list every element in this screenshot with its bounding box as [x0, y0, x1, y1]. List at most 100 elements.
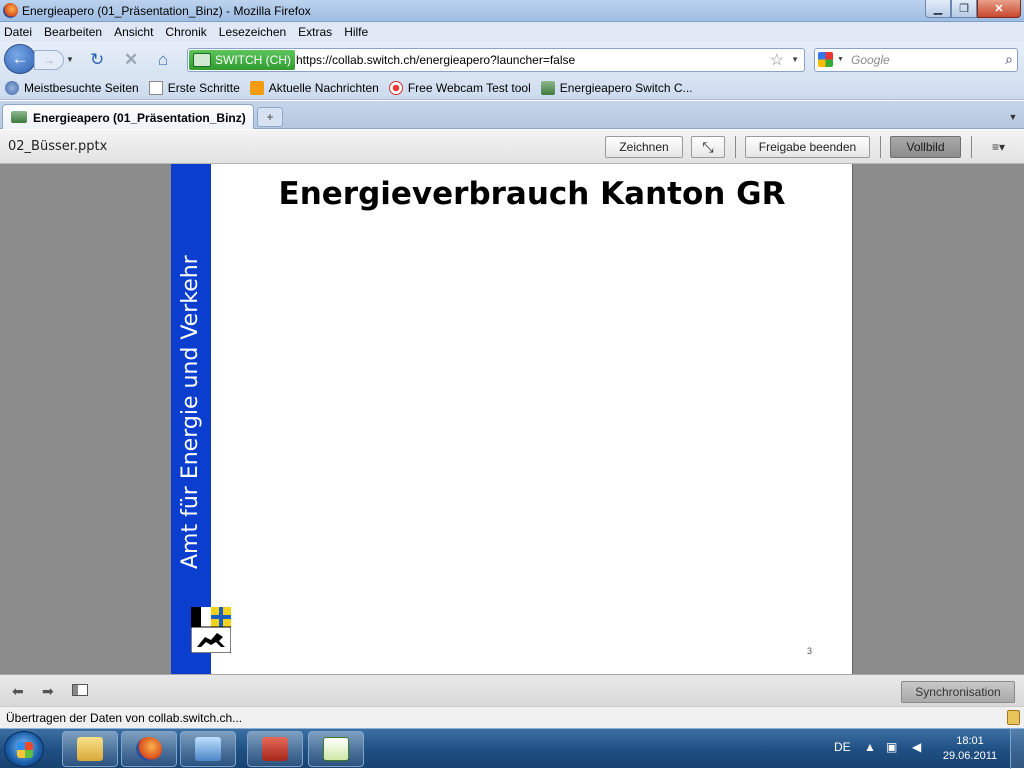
- rss-icon: [249, 80, 264, 95]
- monitor-icon: [195, 737, 221, 761]
- site-identity-button[interactable]: SWITCH (CH): [189, 50, 295, 70]
- slide-page-number: 3: [807, 646, 813, 656]
- search-bar[interactable]: ▼ Google ⌕: [814, 48, 1018, 72]
- site-identity-icon: [193, 53, 211, 67]
- input-language[interactable]: DE: [834, 740, 851, 754]
- menu-extras[interactable]: Extras: [298, 25, 332, 39]
- window-title: Energieapero (01_Präsentation_Binz) - Mo…: [22, 4, 311, 18]
- bookmark-label: Free Webcam Test tool: [407, 80, 531, 95]
- firefox-icon: [136, 737, 162, 761]
- show-desktop-button[interactable]: [1010, 729, 1024, 769]
- bookmark-star-icon[interactable]: ☆: [770, 50, 784, 70]
- tab-strip: Energieapero (01_Präsentation_Binz) + ▼: [0, 101, 1024, 129]
- menu-datei[interactable]: Datei: [4, 25, 32, 39]
- pointer-arrow-icon: ⤡: [702, 138, 714, 155]
- pod-menu-icon[interactable]: ≡▾: [992, 140, 1005, 154]
- toolbar-separator: [880, 136, 881, 158]
- coat-of-arms-icon: [191, 607, 231, 653]
- tab-energieapero[interactable]: Energieapero (01_Präsentation_Binz): [2, 104, 254, 129]
- forward-button[interactable]: →: [34, 50, 64, 70]
- menu-lesezeichen[interactable]: Lesezeichen: [219, 25, 286, 39]
- menu-hilfe[interactable]: Hilfe: [344, 25, 368, 39]
- taskbar-explorer[interactable]: [62, 731, 118, 767]
- volume-icon[interactable]: ◀: [912, 740, 921, 754]
- bookmark-energieapero[interactable]: Energieapero Switch C...: [540, 80, 693, 95]
- window-controls: ▁ ❐ ✕: [925, 0, 1021, 18]
- slide: Amt für Energie und Verkehr Energieverbr…: [171, 164, 853, 674]
- menu-ansicht[interactable]: Ansicht: [114, 25, 153, 39]
- navigation-toolbar: ← → ▼ ↻ ✕ ⌂ SWITCH (CH) https://collab.s…: [0, 42, 1024, 76]
- bookmarks-toolbar: Meistbesuchte Seiten Erste Schritte Aktu…: [0, 76, 1024, 100]
- sync-button[interactable]: Synchronisation: [901, 681, 1015, 703]
- history-dropdown-icon[interactable]: ▼: [66, 55, 74, 64]
- taskbar-toolbox[interactable]: [247, 731, 303, 767]
- menu-bearbeiten[interactable]: Bearbeiten: [44, 25, 102, 39]
- status-text: Übertragen der Daten von collab.switch.c…: [6, 711, 243, 725]
- show-hidden-icons-icon[interactable]: ▲: [864, 740, 876, 754]
- system-clock[interactable]: 18:01 29.06.2011: [935, 734, 1005, 764]
- reload-icon[interactable]: ↻: [90, 50, 104, 70]
- slide-sidebar-text: Amt für Energie und Verkehr: [178, 255, 203, 569]
- taskbar-chart-app[interactable]: [308, 731, 364, 767]
- google-icon[interactable]: [818, 52, 833, 67]
- taskbar-control-panel[interactable]: [180, 731, 236, 767]
- tab-list-dropdown-icon[interactable]: ▼: [1005, 107, 1021, 127]
- next-slide-icon[interactable]: ➡: [42, 683, 54, 700]
- folder-icon: [77, 737, 103, 761]
- bookmark-webcam-test[interactable]: Free Webcam Test tool: [388, 80, 531, 95]
- status-bar: Übertragen der Daten von collab.switch.c…: [0, 706, 1024, 728]
- bookmark-most-visited[interactable]: Meistbesuchte Seiten: [5, 80, 139, 95]
- url-bar[interactable]: SWITCH (CH) https://collab.switch.ch/ene…: [187, 48, 805, 72]
- close-button[interactable]: ✕: [977, 0, 1021, 18]
- bookmark-news[interactable]: Aktuelle Nachrichten: [249, 80, 379, 95]
- slide-title: Energieverbrauch Kanton GR: [278, 176, 786, 212]
- bookmark-label: Erste Schritte: [167, 80, 240, 95]
- window-titlebar: Energieapero (01_Präsentation_Binz) - Mo…: [0, 0, 1024, 22]
- new-tab-button[interactable]: +: [257, 107, 283, 127]
- start-button[interactable]: [4, 731, 44, 767]
- clock-date: 29.06.2011: [942, 750, 998, 762]
- minimize-button[interactable]: ▁: [925, 0, 951, 18]
- windows-logo-icon: [17, 742, 33, 758]
- menu-bar: Datei Bearbeiten Ansicht Chronik Lesezei…: [0, 22, 1024, 42]
- clock-time: 18:01: [956, 735, 984, 747]
- taskbar: DE ▲ ▣ ◀ 18:01 29.06.2011: [0, 728, 1024, 769]
- bookmark-getting-started[interactable]: Erste Schritte: [148, 80, 240, 95]
- thumbnails-icon[interactable]: [72, 684, 88, 696]
- search-input[interactable]: Google: [851, 53, 890, 67]
- end-sharing-button[interactable]: Freigabe beenden: [745, 136, 870, 158]
- site-identity-label: SWITCH (CH): [215, 53, 291, 67]
- most-visited-icon: [5, 80, 19, 95]
- bookmark-label: Meistbesuchte Seiten: [24, 80, 139, 95]
- page-icon: [148, 80, 163, 95]
- toolbox-icon: [262, 737, 288, 761]
- switch-icon: [540, 80, 555, 95]
- fullscreen-button[interactable]: Vollbild: [890, 136, 961, 158]
- home-icon[interactable]: ⌂: [158, 50, 168, 70]
- firefox-icon: [3, 3, 18, 18]
- switch-icon: [11, 111, 27, 123]
- slide-sidebar-band: Amt für Energie und Verkehr: [171, 164, 211, 674]
- bookmark-label: Aktuelle Nachrichten: [268, 80, 379, 95]
- stop-icon[interactable]: ✕: [124, 50, 138, 70]
- bookmark-label: Energieapero Switch C...: [559, 80, 693, 95]
- chart-icon: [323, 737, 349, 761]
- toolbar-separator: [735, 136, 736, 158]
- presentation-toolbar: 02_Büsser.pptx Zeichnen ⤡ Freigabe beend…: [0, 130, 1024, 164]
- url-text[interactable]: https://collab.switch.ch/energieapero?la…: [296, 53, 575, 67]
- tab-label: Energieapero (01_Präsentation_Binz): [33, 111, 246, 125]
- menu-chronik[interactable]: Chronik: [165, 25, 206, 39]
- document-name: 02_Büsser.pptx: [8, 139, 108, 154]
- security-lock-icon[interactable]: [1007, 710, 1020, 725]
- url-dropdown-icon[interactable]: ▼: [791, 55, 799, 64]
- draw-button[interactable]: Zeichnen: [605, 136, 683, 158]
- back-button[interactable]: ←: [4, 44, 36, 74]
- network-icon[interactable]: ▣: [886, 740, 897, 754]
- search-engine-dropdown-icon[interactable]: ▼: [837, 56, 844, 63]
- pointer-tool-button[interactable]: ⤡: [691, 136, 725, 158]
- search-icon[interactable]: ⌕: [1005, 51, 1013, 68]
- maximize-button[interactable]: ❐: [951, 0, 977, 18]
- webcam-icon: [388, 80, 403, 95]
- taskbar-firefox[interactable]: [121, 731, 177, 767]
- previous-slide-icon[interactable]: ⬅: [12, 683, 24, 700]
